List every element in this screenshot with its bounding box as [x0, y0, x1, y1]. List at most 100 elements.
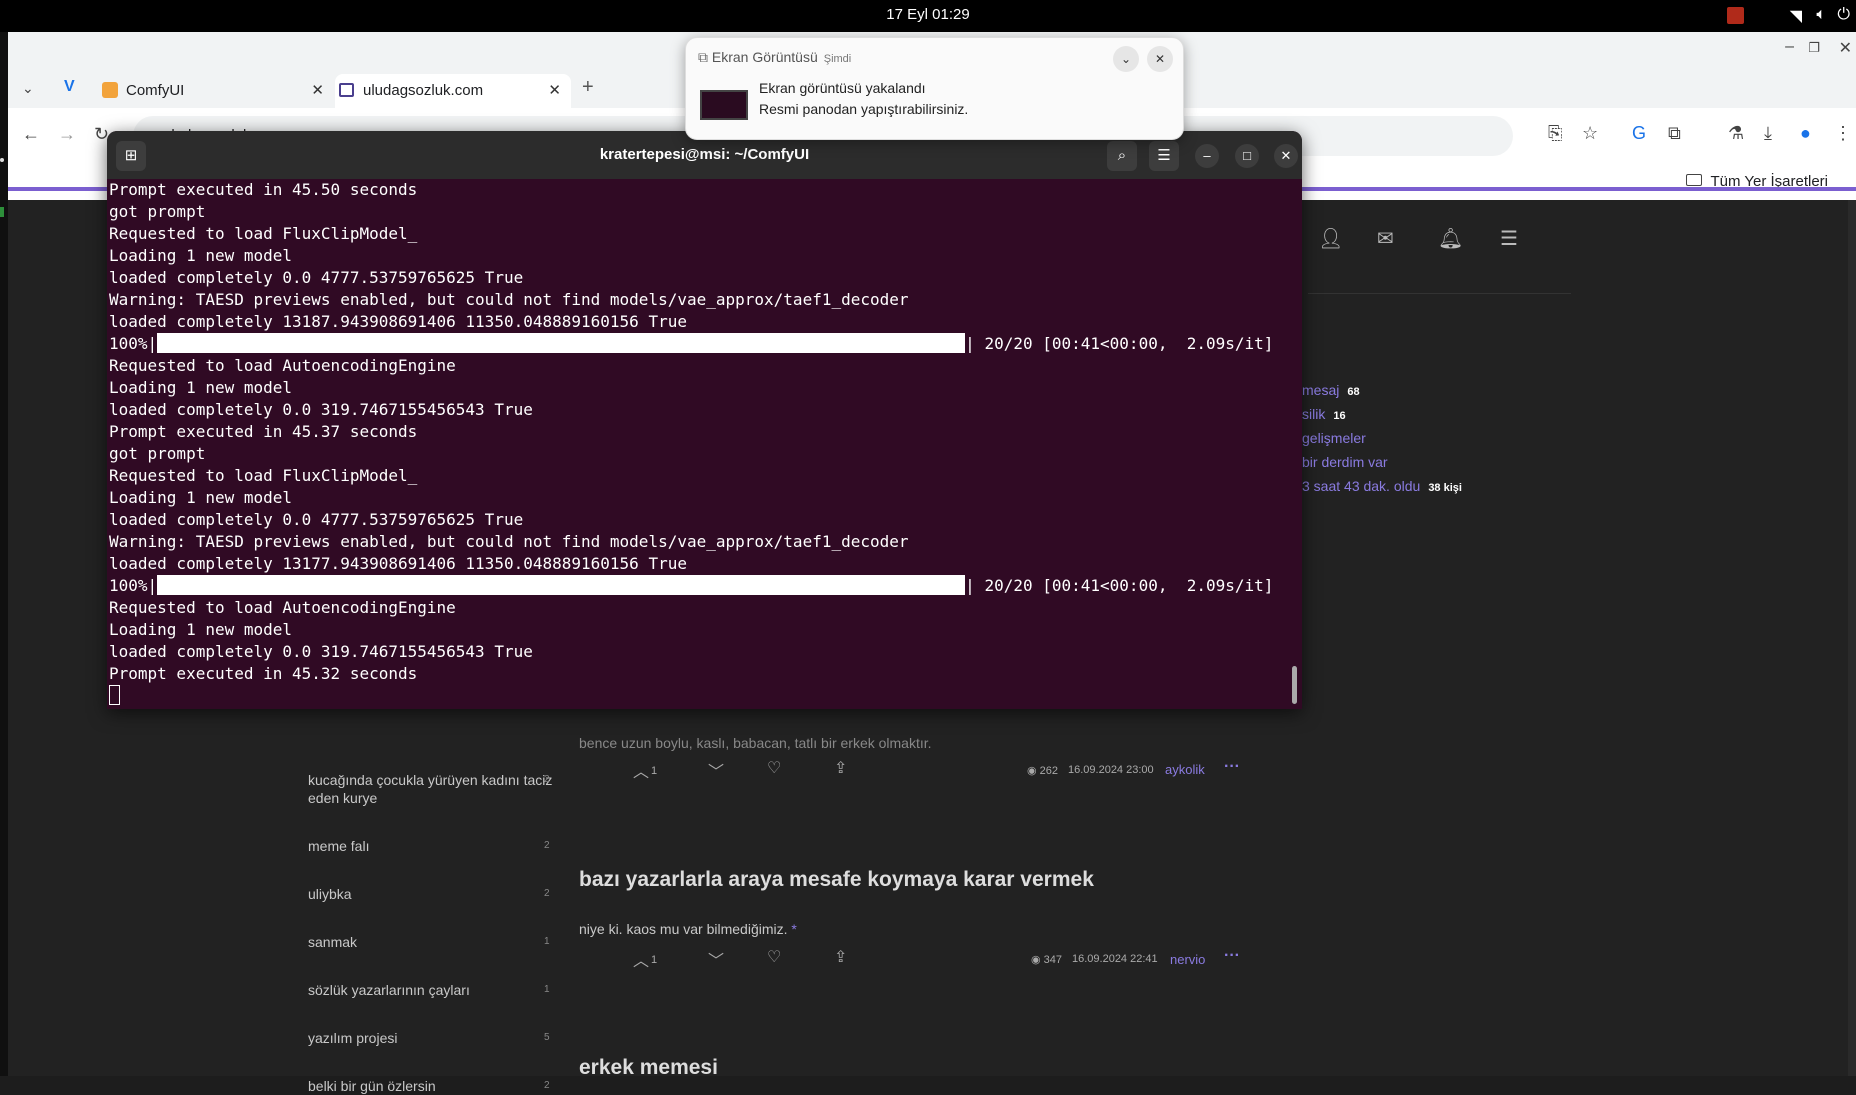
minimize-icon[interactable]: – — [1195, 144, 1219, 168]
favorite-icon[interactable]: ♡ — [767, 947, 781, 967]
terminal-line: loaded completely 0.0 319.7467155456543 … — [109, 642, 533, 661]
sidebar-topic[interactable]: meme falı — [308, 837, 558, 855]
minimize-icon[interactable]: – — [1785, 38, 1794, 56]
user-icon[interactable]: 👤︎ — [1318, 226, 1343, 251]
terminal-line: loaded completely 13177.943908691406 113… — [109, 554, 687, 573]
extensions-icon[interactable]: ⧉ — [1668, 123, 1681, 144]
power-icon[interactable]: ⏻ — [1837, 6, 1850, 24]
translate-icon[interactable]: G — [1632, 123, 1646, 144]
right-link[interactable]: gelişmeler — [1302, 430, 1366, 448]
share-icon[interactable]: ⇪ — [834, 947, 847, 967]
maximize-icon[interactable]: □ — [1235, 144, 1259, 168]
downvote-icon[interactable]: ﹀ — [708, 758, 724, 782]
page-scrollbar[interactable] — [1848, 200, 1856, 1076]
terminal-line: Loading 1 new model — [109, 620, 293, 639]
dock — [0, 32, 8, 1076]
topic-title[interactable]: erkek memesi — [579, 1056, 718, 1080]
uludag-favicon-icon — [339, 83, 354, 97]
system-top-bar: 17 Eyl 01:29 ◥ 🔈︎ ⏻ — [0, 0, 1856, 32]
close-tab-icon[interactable]: ✕ — [311, 81, 324, 99]
upvote-icon[interactable]: ︿ — [633, 947, 649, 971]
volume-icon[interactable]: 🔈︎ — [1816, 6, 1826, 24]
terminal-output[interactable]: Prompt executed in 45.50 seconds got pro… — [107, 179, 1287, 709]
dock-indicator — [0, 207, 4, 217]
right-link-label: 3 saat 43 dak. oldu — [1302, 478, 1421, 494]
progress-bar — [157, 575, 966, 595]
expand-chevron-down-icon[interactable]: ⌄ — [1113, 46, 1139, 72]
sidebar-topic[interactable]: belki bir gün özlersin — [308, 1077, 558, 1095]
entry-date: 16.09.2024 22:41 — [1072, 953, 1158, 965]
tab-comfyui[interactable]: ComfyUI ✕ — [98, 74, 334, 108]
topic-count: 2 — [544, 774, 550, 785]
share-icon[interactable]: ⇪ — [834, 758, 847, 778]
topic-count: 2 — [544, 888, 550, 899]
view-count: ◉ 347 — [1031, 954, 1063, 966]
sidebar-topic[interactable]: yazılım projesi — [308, 1029, 558, 1047]
tab-search-icon[interactable]: ⌄ — [22, 80, 34, 97]
close-icon[interactable]: ✕ — [1147, 46, 1173, 72]
hamburger-menu-icon[interactable]: ☰ — [1500, 226, 1518, 251]
wifi-icon[interactable]: ◥ — [1790, 6, 1802, 26]
clock[interactable]: 17 Eyl 01:29 — [0, 6, 1856, 23]
close-icon[interactable]: ✕ — [1274, 144, 1298, 168]
hamburger-menu-icon[interactable]: ☰ — [1149, 141, 1179, 171]
progress-prefix: 100%| — [109, 334, 158, 353]
tab-uludagsozluk[interactable]: uludagsozluk.com ✕ — [335, 74, 571, 108]
right-link[interactable]: 3 saat 43 dak. oldu 38 kişi — [1302, 478, 1462, 496]
upvote-icon[interactable]: ︿ — [633, 758, 649, 782]
screenshot-notification[interactable]: ⧉ Ekran Görüntüsü Şimdi ⌄ ✕ Ekran görüntü… — [685, 37, 1184, 140]
progress-suffix: | 20/20 [00:41<00:00, 2.09s/it] — [965, 576, 1274, 595]
mail-icon[interactable]: ✉ — [1377, 226, 1394, 251]
terminal-line: Prompt executed in 45.32 seconds — [109, 664, 418, 683]
search-icon[interactable]: ⌕ — [1107, 141, 1137, 171]
favorite-icon[interactable]: ♡ — [767, 758, 781, 778]
bell-icon[interactable]: 🔔︎ — [1438, 226, 1463, 251]
reference-star[interactable]: * — [791, 921, 796, 937]
screenshot-app-icon: ⧉ — [698, 49, 708, 65]
terminal-line: Warning: TAESD previews enabled, but cou… — [109, 290, 909, 309]
right-link[interactable]: bir derdim var — [1302, 454, 1388, 472]
install-app-icon[interactable]: ⎘ — [1548, 123, 1562, 144]
divider — [1308, 293, 1571, 294]
close-window-icon[interactable]: ✕ — [1839, 38, 1852, 58]
views: 347 — [1043, 954, 1063, 966]
prompt-line[interactable] — [109, 685, 1287, 707]
notification-app: ⧉ Ekran Görüntüsü Şimdi — [698, 49, 851, 66]
entry-author[interactable]: aykolik — [1165, 762, 1205, 777]
terminal-line: Prompt executed in 45.37 seconds — [109, 422, 418, 441]
entry-body: bence uzun boylu, kaslı, babacan, tatlı … — [579, 735, 932, 751]
terminal-line: Prompt executed in 45.50 seconds — [109, 180, 418, 199]
view-count: ◉ 262 — [1027, 765, 1059, 777]
more-options-icon[interactable]: ··· — [1224, 758, 1240, 776]
entry-author[interactable]: nervio — [1170, 952, 1205, 967]
downvote-icon[interactable]: ﹀ — [708, 947, 724, 971]
labs-icon[interactable]: ⚗ — [1728, 123, 1744, 144]
upvote-count: 1 — [651, 765, 658, 777]
extension-v-icon[interactable]: V — [64, 78, 75, 96]
back-icon[interactable]: ← — [22, 124, 40, 145]
more-options-icon[interactable]: ··· — [1224, 947, 1240, 965]
restore-icon[interactable]: ❐ — [1808, 40, 1820, 56]
profile-avatar-icon[interactable]: ● — [1800, 123, 1811, 144]
notification-app-name: Ekran Görüntüsü — [711, 49, 818, 65]
bookmark-star-icon[interactable]: ☆ — [1582, 123, 1598, 144]
terminal-line: loaded completely 13187.943908691406 113… — [109, 312, 687, 331]
entry-date: 16.09.2024 23:00 — [1068, 764, 1154, 776]
online-count-badge: 38 kişi — [1428, 482, 1462, 494]
right-link[interactable]: silik 16 — [1302, 406, 1346, 424]
menu-kebab-icon[interactable]: ⋮ — [1834, 123, 1852, 144]
terminal-scrollbar[interactable] — [1292, 666, 1297, 704]
download-icon[interactable]: ⤓ — [1764, 123, 1772, 144]
new-tab-icon[interactable]: + — [582, 76, 594, 99]
topic-title[interactable]: bazı yazarlarla araya mesafe koymaya kar… — [579, 868, 1094, 892]
close-tab-icon[interactable]: ✕ — [548, 81, 561, 99]
right-link[interactable]: mesaj 68 — [1302, 382, 1360, 400]
count-badge: 16 — [1333, 410, 1346, 422]
count-badge: 68 — [1347, 386, 1360, 398]
sidebar-topic[interactable]: sanmak — [308, 933, 558, 951]
sidebar-topic[interactable]: sözlük yazarlarının çayları — [308, 981, 558, 999]
forward-icon[interactable]: → — [58, 124, 76, 145]
sidebar-topic[interactable]: uliybka — [308, 885, 558, 903]
sidebar-topic[interactable]: kucağında çocukla yürüyen kadını taciz e… — [308, 771, 558, 807]
extension-icon[interactable] — [1727, 7, 1744, 24]
